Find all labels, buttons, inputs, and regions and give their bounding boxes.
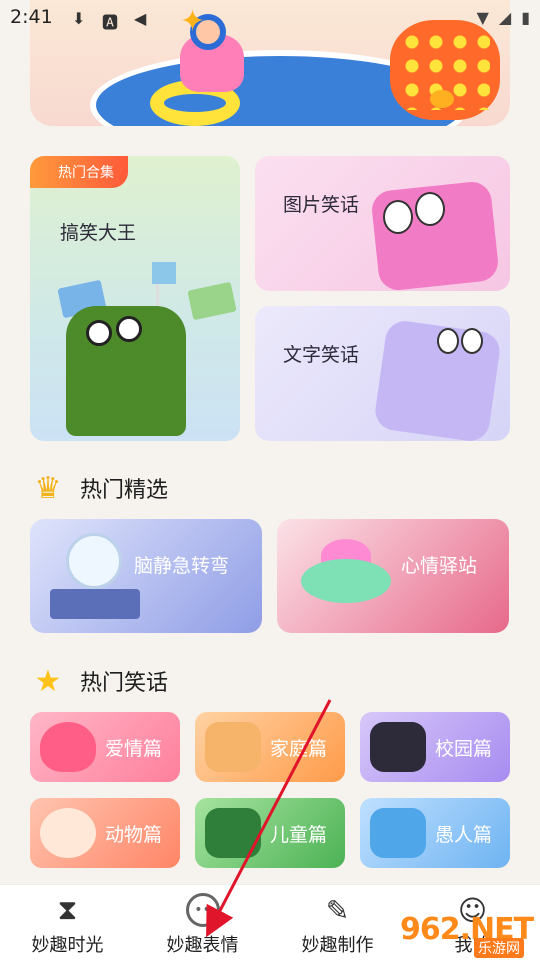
frog-eye (86, 320, 112, 346)
card-image-jokes[interactable]: 图片笑话 (255, 156, 510, 291)
character-eye (415, 192, 445, 226)
card-image-jokes-label: 图片笑话 (283, 194, 360, 216)
site-watermark: 962.NET 乐游网 (400, 912, 540, 960)
text-a-icon: 🅰 (102, 13, 119, 32)
tile-fools[interactable]: 愚人篇 (360, 798, 510, 868)
crown-icon: ♛ (34, 470, 62, 506)
tile-kids[interactable]: 儿童篇 (195, 798, 345, 868)
card-mood-station[interactable]: 心情驿站 (277, 519, 509, 633)
section-hot-jokes: ★ 热门笑话 (30, 663, 168, 699)
section-hot-picks: ♛ 热门精选 (30, 470, 168, 506)
tile-love-label: 爱情篇 (105, 738, 163, 760)
lightbulb-icon (66, 533, 122, 589)
nav-item-time-label: 妙趣时光 (31, 935, 104, 956)
ruler-pencil-icon: ✎ (325, 893, 350, 927)
watermark-subtext: 乐游网 (474, 938, 524, 958)
hourglass-icon: ⧗ (57, 893, 78, 926)
status-time: 2:41 (10, 6, 53, 28)
nav-item-create[interactable]: ✎ 妙趣制作 (270, 885, 405, 960)
tile-family-label: 家庭篇 (270, 738, 328, 760)
section-hot-picks-title: 热门精选 (80, 478, 169, 503)
nav-item-emoji[interactable]: •• 妙趣表情 (135, 885, 270, 960)
tile-campus-label: 校园篇 (435, 738, 493, 760)
envelope-icon (187, 281, 237, 321)
flag-icon (152, 262, 176, 284)
card-text-jokes[interactable]: 文字笑话 (255, 306, 510, 441)
nav-item-time[interactable]: ⧗ 妙趣时光 (0, 885, 135, 960)
section-hot-jokes-title: 热门笑话 (80, 671, 169, 696)
tile-animals-label: 动物篇 (105, 824, 163, 846)
emoji-icon: •• (185, 893, 220, 927)
download-icon: ⬇ (72, 9, 86, 28)
frog-eye (116, 316, 142, 342)
cat-icon (40, 808, 96, 858)
duck-illustration (430, 90, 454, 108)
character-eye (383, 200, 413, 234)
tile-family[interactable]: 家庭篇 (195, 712, 345, 782)
card-mood-station-label: 心情驿站 (401, 555, 478, 577)
wifi-icon: ▼ (476, 8, 489, 27)
battery-icon: ▮ (521, 8, 530, 27)
card-funny-king-label: 搞笑大王 (60, 222, 137, 244)
card-brain-teaser[interactable]: 脑静急转弯 (30, 519, 262, 633)
app-icon: ◀ (134, 9, 147, 28)
graduation-cap-icon (370, 722, 426, 772)
card-brain-teaser-label: 脑静急转弯 (134, 555, 230, 577)
house-icon (205, 722, 261, 772)
tile-kids-label: 儿童篇 (270, 824, 328, 846)
character-eye (461, 328, 483, 354)
ufo-icon (301, 559, 391, 603)
heart-icon (40, 722, 96, 772)
character-eye (437, 328, 459, 354)
card-text-jokes-label: 文字笑话 (283, 344, 360, 366)
hot-collection-badge: 热门合集 (30, 156, 128, 188)
status-bar: 2:41 ⬇ 🅰 ◀ ▼ ◢ ▮ (0, 0, 540, 36)
question-box-icon (370, 808, 426, 858)
star-icon: ★ (34, 663, 62, 699)
tile-fools-label: 愚人篇 (435, 824, 493, 846)
signal-icon: ◢ (498, 8, 512, 27)
tile-animals[interactable]: 动物篇 (30, 798, 180, 868)
book-illustration (50, 589, 140, 619)
nav-item-create-label: 妙趣制作 (301, 935, 374, 956)
card-funny-king[interactable]: 热门合集 搞笑大王 (30, 156, 240, 441)
nav-item-emoji-label: 妙趣表情 (166, 935, 239, 956)
bumper-car-icon (205, 808, 261, 858)
tile-campus[interactable]: 校园篇 (360, 712, 510, 782)
tile-love[interactable]: 爱情篇 (30, 712, 180, 782)
